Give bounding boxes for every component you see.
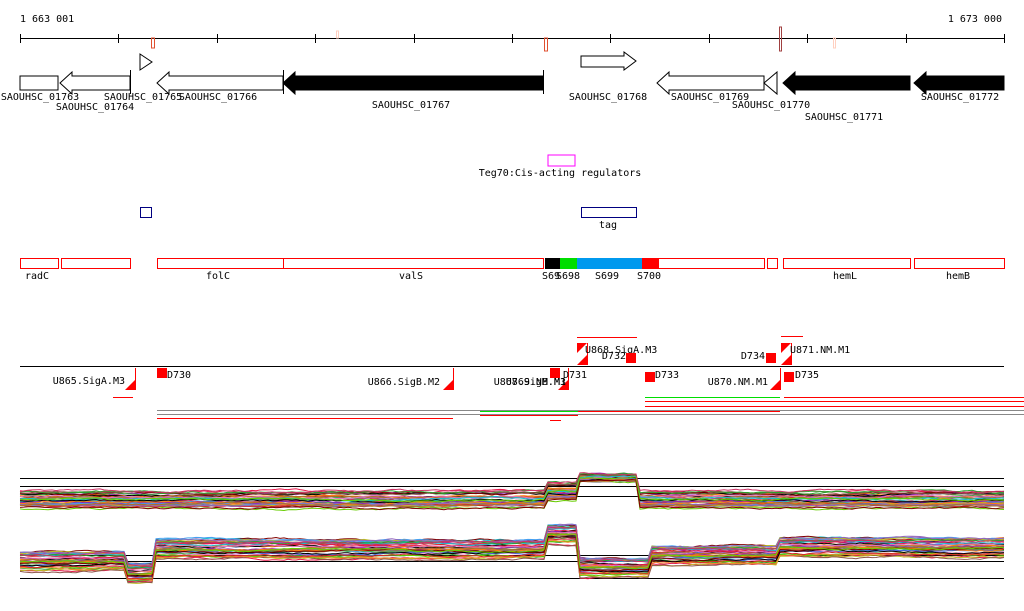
gene-arrow[interactable] [19, 75, 59, 91]
tag-feature[interactable] [140, 207, 152, 218]
operon-label: radC [25, 271, 49, 282]
operon-box[interactable] [157, 258, 284, 269]
genome-browser: 1 663 001 1 673 000 SAOUHSC_01763 SAOUHSC… [0, 0, 1024, 611]
transcript-label: U870.NM.M1 [708, 377, 768, 388]
genome-view: 1 663 001 1 673 000 SAOUHSC_01763SAOUHSC… [1, 14, 1024, 584]
ruler-marker[interactable] [833, 37, 836, 49]
transcript-label: U869.NM.M1 [506, 377, 566, 388]
gene-label: SAOUHSC_01765 [104, 92, 182, 103]
transcript-label: U866.SigB.M2 [368, 377, 440, 388]
transcript-marker[interactable] [157, 368, 167, 378]
transcript-marker[interactable] [550, 368, 560, 378]
ruler-marker[interactable] [151, 37, 155, 49]
teg70-feature[interactable] [547, 154, 576, 167]
operon-box[interactable] [767, 258, 778, 269]
gene-label: SAOUHSC_01768 [569, 92, 647, 103]
transcript-label: D735 [795, 370, 819, 381]
operon-box[interactable] [20, 258, 59, 269]
tag-label: tag [599, 220, 617, 231]
operon-box[interactable] [914, 258, 1005, 269]
operon-box[interactable] [642, 258, 659, 269]
gene-arrow[interactable] [156, 70, 284, 96]
transcript-start-marker[interactable] [770, 380, 780, 390]
operon-label: S698 [556, 271, 580, 282]
operon-box[interactable] [783, 258, 911, 269]
gene-label: SAOUHSC_01766 [179, 92, 257, 103]
gene-arrow[interactable] [139, 53, 153, 71]
tag-feature[interactable] [581, 207, 637, 218]
transcript-start-marker[interactable] [443, 380, 453, 390]
ruler-start-label: 1 663 001 [20, 14, 74, 25]
operon-box[interactable] [658, 258, 765, 269]
ruler-marker[interactable] [336, 30, 339, 39]
operon-box[interactable] [545, 258, 561, 269]
expression-profiles [19, 472, 1005, 584]
transcript-marker[interactable] [645, 372, 655, 382]
transcript-label: D733 [655, 370, 679, 381]
ruler-marker[interactable] [544, 37, 548, 52]
gene-label: SAOUHSC_01770 [732, 100, 810, 111]
gene-arrow[interactable] [763, 70, 778, 96]
transcript-label: U871.NM.M1 [790, 345, 850, 356]
operon-box[interactable] [283, 258, 544, 269]
transcript-start-marker[interactable] [577, 355, 587, 365]
ruler-track: 1 663 001 1 673 000 [20, 14, 1005, 52]
transcript-marker[interactable] [626, 353, 636, 363]
gene-arrow[interactable] [913, 70, 1005, 96]
operon-label: hemB [946, 271, 970, 282]
transcript-label: D732 [602, 351, 626, 362]
gene-label: SAOUHSC_01767 [372, 100, 450, 111]
gene-track: SAOUHSC_01763SAOUHSC_01764SAOUHSC_01765S… [1, 51, 1005, 123]
operon-label: S700 [637, 271, 661, 282]
transcript-label: D730 [167, 370, 191, 381]
transcript-marker[interactable] [784, 372, 794, 382]
regulator-track: Teg70:Cis-acting regulators [479, 154, 642, 179]
transcript-start-marker[interactable] [125, 380, 135, 390]
gene-arrow[interactable] [580, 51, 637, 71]
tag-track: tag [140, 207, 637, 231]
gene-arrow[interactable] [59, 70, 131, 96]
operon-box[interactable] [61, 258, 131, 269]
ruler-end-label: 1 673 000 [948, 14, 1002, 25]
operon-label: S699 [595, 271, 619, 282]
transcript-label: D731 [563, 370, 587, 381]
operon-box[interactable] [577, 258, 643, 269]
transcript-marker[interactable] [766, 353, 776, 363]
transcript-track: U865.SigA.M3D730U866.SigB.M2 U867.SigB.M3… [20, 336, 1024, 421]
gene-label: SAOUHSC_01772 [921, 92, 999, 103]
gene-arrow[interactable] [782, 70, 911, 96]
transcript-start-marker[interactable] [781, 355, 791, 365]
operon-label: folC [206, 271, 230, 282]
transcript-label: D734 [741, 351, 765, 362]
transcript-label: U865.SigA.M3 [53, 376, 125, 387]
operon-label: valS [399, 271, 423, 282]
operon-label: hemL [833, 271, 857, 282]
operon-track: radC folC valS S69S698 S699 S700 hemL hemB [20, 258, 1005, 282]
operon-box[interactable] [560, 258, 578, 269]
gene-arrow[interactable] [282, 70, 544, 96]
gene-label: SAOUHSC_01764 [56, 102, 134, 113]
gene-label: SAOUHSC_01771 [805, 112, 883, 123]
regulator-label: Teg70:Cis-acting regulators [479, 168, 642, 179]
gene-arrow[interactable] [656, 70, 765, 96]
